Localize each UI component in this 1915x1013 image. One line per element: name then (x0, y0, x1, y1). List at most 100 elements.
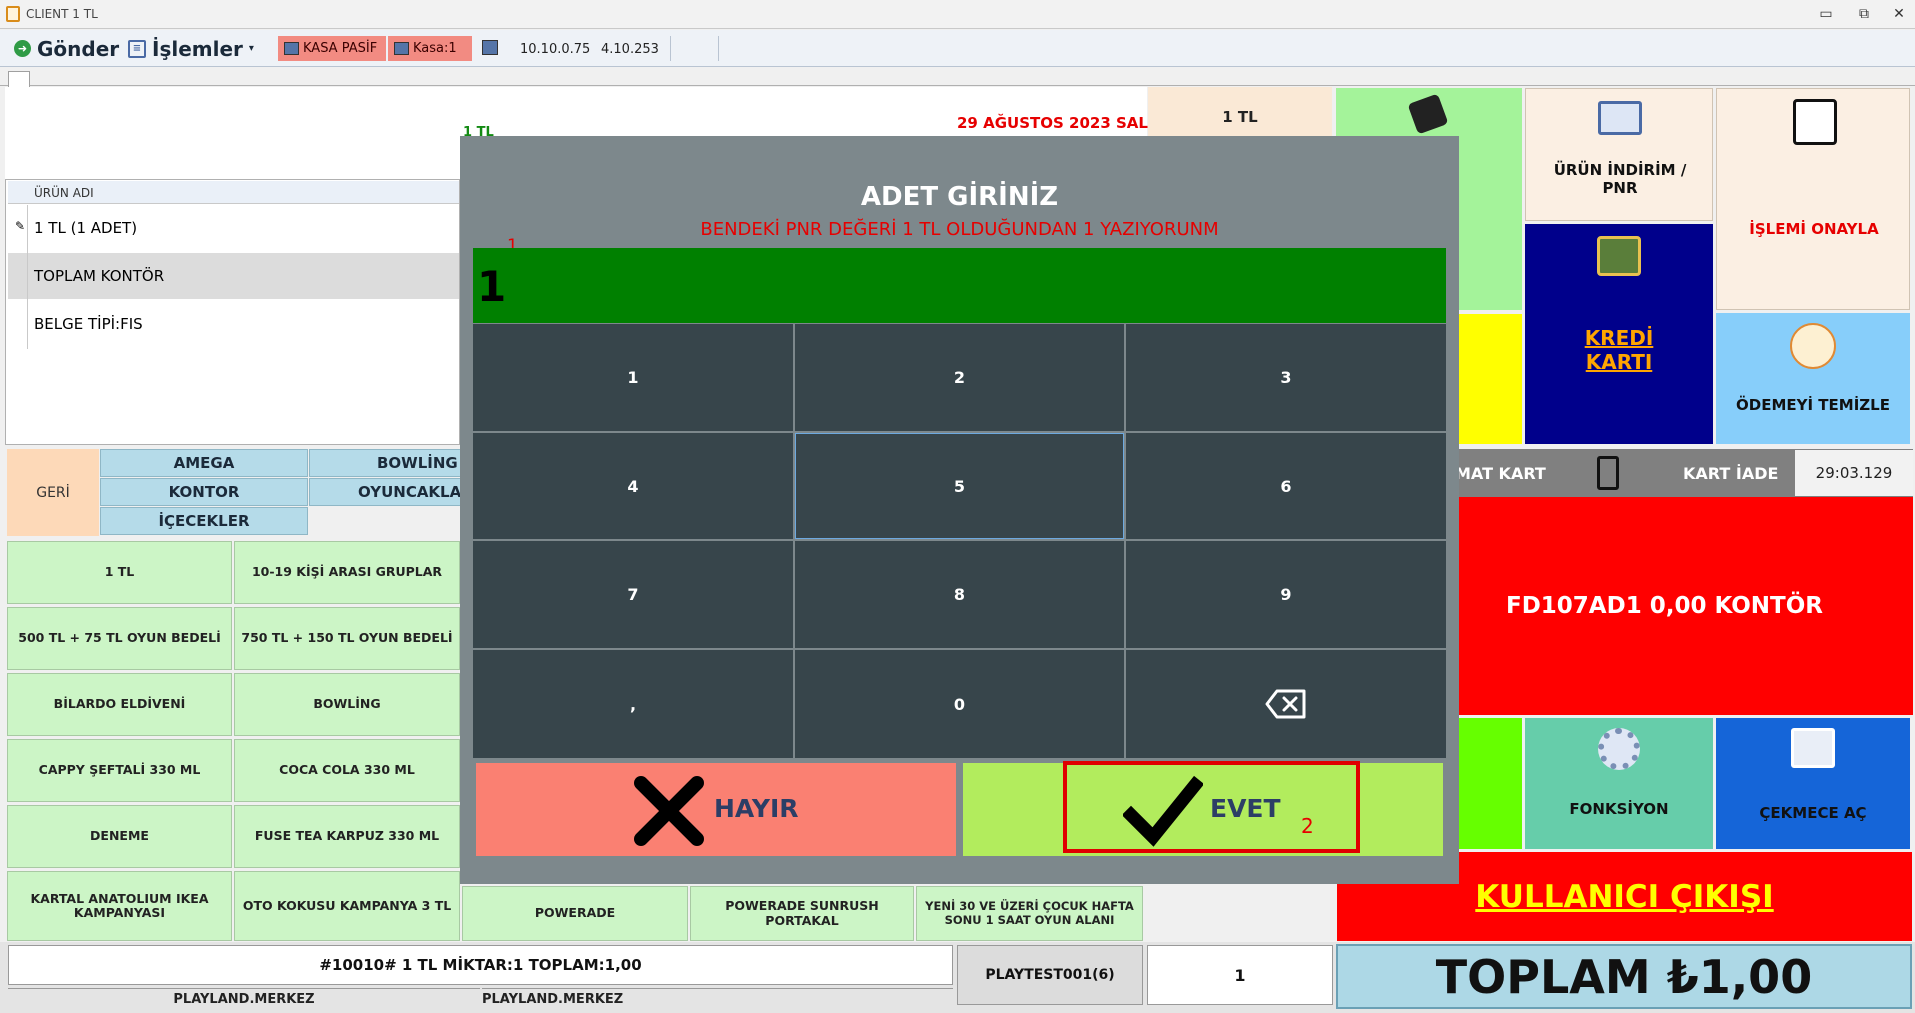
category-kontor[interactable]: KONTOR (100, 478, 308, 506)
clear-payment-label: ÖDEMEYİ TEMİZLE (1736, 396, 1890, 414)
cash-register-icon (1791, 728, 1835, 768)
toolbar-divider (670, 36, 671, 61)
toolbar: ➜ Gönder ≡ İşlemler ▾ KASA PASİF Kasa:1 … (0, 30, 1915, 67)
card-refund-button[interactable]: KART İADE (1583, 450, 1793, 496)
broom-icon (1790, 323, 1836, 369)
clear-payment-button[interactable]: ÖDEMEYİ TEMİZLE (1716, 313, 1910, 444)
card-terminal-icon (1597, 236, 1641, 276)
receipt-grid: ÜRÜN ADI ✎ 1 TL (1 ADET) TOPLAM KONTÖR B… (5, 179, 460, 445)
open-drawer-button[interactable]: ÇEKMECE AÇ (1716, 718, 1910, 849)
discount-pnr-label: ÜRÜN İNDİRİM / PNR (1553, 161, 1687, 197)
gear-icon (1598, 728, 1640, 770)
x-icon (634, 776, 704, 846)
kasa-number-badge[interactable]: Kasa:1 (388, 36, 472, 61)
keypad-7[interactable]: 7 (473, 541, 793, 648)
session-timer: 29:03.129 (1795, 450, 1913, 496)
backspace-icon (1265, 689, 1306, 719)
transaction-summary: #10010# 1 TL MİKTAR:1 TOPLAM:1,00 (8, 945, 953, 985)
close-button[interactable]: ✕ (1884, 4, 1914, 24)
operations-menu[interactable]: ≡ İşlemler ▾ (128, 36, 254, 61)
product-button[interactable]: COCA COLA 330 ML (234, 739, 460, 802)
date-label: 29 AĞUSTOS 2023 SALI (957, 114, 1154, 132)
product-button[interactable]: BOWLİNG (234, 673, 460, 736)
hand-card-icon (1407, 93, 1449, 135)
keypad-4[interactable]: 4 (473, 433, 793, 539)
minimize-button[interactable]: ▭ (1811, 4, 1841, 24)
product-button[interactable]: 1 TL (7, 541, 232, 604)
branch-label-left: PLAYLAND.MERKEZ (8, 988, 480, 1010)
keypad-8[interactable]: 8 (795, 541, 1124, 648)
yes-label: EVET (1210, 794, 1281, 823)
yes-button[interactable]: EVET 2 (963, 761, 1443, 856)
kasa-status-badge[interactable]: KASA PASİF (278, 36, 386, 61)
receipt-row[interactable]: ✎ 1 TL (1 ADET) (8, 205, 459, 251)
quantity-input-display[interactable]: 1 (473, 248, 1446, 323)
function-button[interactable]: FONKSİYON (1525, 718, 1713, 849)
check-icon (1123, 775, 1203, 847)
send-icon: ➜ (14, 40, 31, 57)
confirm-transaction-button[interactable]: İŞLEMİ ONAYLA (1716, 88, 1910, 310)
register-icon (394, 42, 409, 55)
product-button[interactable]: 10-19 KİŞİ ARASI GRUPLAR (234, 541, 460, 604)
card-refund-label: KART İADE (1683, 464, 1779, 483)
function-label: FONKSİYON (1569, 800, 1669, 818)
product-button[interactable]: POWERADE SUNRUSH PORTAKAL (690, 886, 914, 941)
keypad-1[interactable]: 1 (473, 324, 793, 431)
keypad-3[interactable]: 3 (1126, 324, 1446, 431)
product-button[interactable]: YENİ 30 VE ÜZERİ ÇOCUK HAFTA SONU 1 SAAT… (916, 886, 1143, 941)
receipt-row-text: BELGE TİPİ:FIS (34, 315, 143, 333)
no-button[interactable]: HAYIR (476, 763, 956, 856)
total-display: TOPLAM ₺1,00 (1336, 944, 1912, 1009)
category-amega[interactable]: AMEGA (100, 449, 308, 477)
category-bowling[interactable]: BOWLİNG (309, 449, 469, 477)
keypad-6[interactable]: 6 (1126, 433, 1446, 539)
send-label: Gönder (37, 36, 120, 61)
tab-main[interactable] (8, 71, 30, 87)
window-title: CLIENT 1 TL (26, 7, 98, 21)
keypad-backspace[interactable] (1126, 650, 1446, 758)
product-button[interactable]: DENEME (7, 805, 232, 868)
receipt-row-text: TOPLAM KONTÖR (34, 267, 165, 285)
product-button[interactable]: FUSE TEA KARPUZ 330 ML (234, 805, 460, 868)
version-label: 4.10.253 (601, 42, 659, 57)
quantity-dialog: ADET GİRİNİZ BENDEKİ PNR DEĞERİ 1 TL OLD… (460, 136, 1459, 884)
keypad-9[interactable]: 9 (1126, 541, 1446, 648)
dialog-title: ADET GİRİNİZ (860, 182, 1059, 212)
auto-card-button[interactable]: MAT KART (1455, 450, 1555, 496)
receipt-row-text: 1 TL (1 ADET) (34, 219, 138, 237)
restore-button[interactable]: ⧉ (1849, 4, 1879, 24)
send-button[interactable]: ➜ Gönder (14, 36, 119, 61)
credit-card-label: KREDİ KARTI (1584, 326, 1654, 374)
quantity-display: 1 (1147, 945, 1333, 1005)
keypad-0[interactable]: 0 (795, 650, 1124, 758)
category-toys[interactable]: OYUNCAKLAR (309, 478, 469, 506)
operations-icon: ≡ (128, 39, 146, 58)
keypad-2[interactable]: 2 (795, 324, 1124, 431)
discount-pnr-button[interactable]: ÜRÜN İNDİRİM / PNR (1525, 88, 1713, 221)
toolbar-divider (718, 36, 719, 61)
product-button[interactable]: CAPPY ŞEFTALİ 330 ML (7, 739, 232, 802)
receipt-row[interactable]: BELGE TİPİ:FIS (8, 301, 459, 347)
product-button[interactable]: 500 TL + 75 TL OYUN BEDELİ (7, 607, 232, 670)
product-button[interactable]: 750 TL + 150 TL OYUN BEDELİ (234, 607, 460, 670)
keypad-comma[interactable]: , (473, 650, 793, 758)
tab-strip (0, 68, 1915, 86)
keypad-5[interactable]: 5 (795, 433, 1124, 539)
back-button[interactable]: GERİ (7, 449, 99, 536)
product-button[interactable]: BİLARDO ELDİVENİ (7, 673, 232, 736)
network-icon (482, 40, 498, 55)
confirm-transaction-label: İŞLEMİ ONAYLA (1749, 220, 1879, 238)
kasa-status-label: KASA PASİF (303, 41, 378, 56)
user-label: PLAYTEST001(6) (957, 945, 1143, 1005)
card-hand-icon (1597, 456, 1619, 490)
title-bar: CLIENT 1 TL ▭ ⧉ ✕ (0, 0, 1915, 29)
credit-card-button[interactable]: KREDİ KARTI (1525, 224, 1713, 444)
category-drinks[interactable]: İÇECEKLER (100, 507, 308, 535)
annotation-marker-2: 2 (1301, 814, 1314, 838)
product-button[interactable]: OTO KOKUSU KAMPANYA 3 TL (234, 871, 460, 941)
receipt-row[interactable]: TOPLAM KONTÖR (8, 253, 459, 299)
safe-icon (1793, 99, 1837, 145)
product-button[interactable]: POWERADE (462, 886, 688, 941)
branch-label-right: PLAYLAND.MERKEZ (482, 988, 953, 1010)
product-button[interactable]: KARTAL ANATOLIUM IKEA KAMPANYASI (7, 871, 232, 941)
